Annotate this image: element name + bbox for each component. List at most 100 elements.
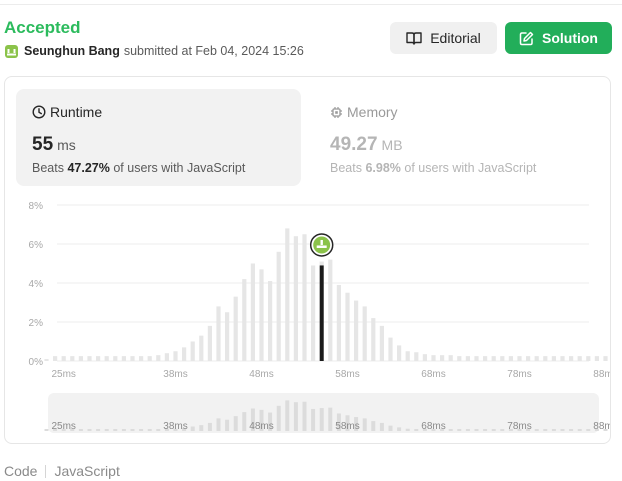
navigator-bar <box>457 429 462 431</box>
runtime-tab[interactable]: Runtime 55 ms Beats 47.27% of users with… <box>16 89 301 186</box>
navigator-bar <box>483 429 488 431</box>
histogram-bar <box>328 259 333 361</box>
submitter-line: Seunghun Bang submitted at Feb 04, 2024 … <box>4 43 304 59</box>
histogram-bar <box>345 292 350 361</box>
histogram-bar <box>78 356 83 361</box>
histogram-bar <box>594 356 599 361</box>
y-tick-label: 2% <box>29 318 44 329</box>
histogram-bar <box>130 356 135 361</box>
histogram-bar <box>379 325 384 361</box>
histogram-bar <box>414 352 419 361</box>
histogram-bar <box>302 234 307 361</box>
histogram-bar <box>526 356 531 361</box>
navigator-tick-label: 68ms <box>421 421 445 432</box>
histogram-bar <box>362 306 367 361</box>
navigator-bar <box>388 425 393 431</box>
navigator-bar <box>405 428 410 431</box>
navigator-bar <box>474 429 479 431</box>
histogram-bar <box>199 335 204 361</box>
navigator-bar <box>104 429 109 431</box>
navigator-bar <box>586 429 591 431</box>
histogram-bar <box>517 356 522 361</box>
histogram-bar <box>293 236 298 361</box>
your-runtime-bar <box>319 265 324 361</box>
histogram-bar <box>225 312 230 361</box>
histogram-bar <box>164 353 169 361</box>
navigator-bar <box>44 429 49 431</box>
navigator-tick-label: 58ms <box>335 421 359 432</box>
histogram-bar <box>422 354 427 361</box>
clock-icon <box>32 105 46 119</box>
solution-label: Solution <box>542 30 598 46</box>
navigator-bar <box>190 426 195 431</box>
x-tick-label: 78ms <box>507 369 531 380</box>
histogram-bar <box>139 356 144 361</box>
histogram-bar <box>483 356 488 361</box>
histogram-bar <box>440 355 445 361</box>
histogram-bar <box>96 356 101 361</box>
navigator-bar <box>147 429 152 431</box>
memory-tab[interactable]: Memory 49.27 MB Beats 6.98% of users wit… <box>314 89 599 186</box>
runtime-distribution-chart[interactable]: 0% 2% 4% 6% 8% 25ms 38ms 48ms 58ms 68ms 78ms 88ms 25… <box>5 197 610 437</box>
navigator-bar <box>371 421 376 431</box>
navigator-bar <box>156 429 161 431</box>
memory-label: Memory <box>347 104 398 120</box>
performance-card: Runtime 55 ms Beats 47.27% of users with… <box>4 76 611 444</box>
avatar-icon[interactable] <box>4 44 19 59</box>
histogram-bar <box>311 265 316 361</box>
runtime-label: Runtime <box>50 104 103 120</box>
histogram-bar <box>233 296 238 361</box>
y-tick-label: 6% <box>29 240 44 251</box>
navigator-bar <box>311 408 316 431</box>
histogram-bar <box>560 356 565 361</box>
histogram-bar <box>276 251 281 361</box>
avatar-icon-detail <box>320 239 323 245</box>
histogram-bar <box>242 279 247 361</box>
navigator-tick-label: 88ms <box>593 421 610 432</box>
histogram-bar <box>371 318 376 361</box>
y-tick-label: 4% <box>29 279 44 290</box>
x-tick-label: 48ms <box>249 369 273 380</box>
histogram-bar <box>87 356 92 361</box>
x-tick-label: 38ms <box>163 369 187 380</box>
navigator-bar <box>500 429 505 431</box>
histogram-bar <box>121 356 126 361</box>
username-link[interactable]: Seunghun Bang <box>24 44 120 58</box>
histogram-bar <box>61 356 66 361</box>
histogram-bar <box>207 325 212 361</box>
solution-button[interactable]: Solution <box>505 22 612 54</box>
code-label: Code <box>4 463 38 479</box>
histogram-bar <box>431 355 436 361</box>
histogram-bar <box>259 269 264 361</box>
histogram-bar <box>113 356 118 361</box>
navigator-bar <box>379 422 384 431</box>
edit-icon <box>519 31 534 45</box>
x-tick-label: 68ms <box>421 369 445 380</box>
submission-status: Accepted <box>4 18 81 37</box>
navigator-bar <box>130 429 135 431</box>
navigator-bar <box>216 418 221 431</box>
memory-beats: Beats 6.98% of users with JavaScript <box>330 161 537 175</box>
top-divider <box>0 4 622 5</box>
navigator-bar <box>233 416 238 431</box>
navigator-bar <box>491 429 496 431</box>
code-separator <box>45 464 47 478</box>
avatar-icon-detail <box>316 245 327 248</box>
navigator-bar <box>362 418 367 431</box>
navigator-bar <box>242 412 247 431</box>
navigator-bar <box>448 429 453 431</box>
navigator-bar <box>319 408 324 431</box>
runtime-beats: Beats 47.27% of users with JavaScript <box>32 161 246 175</box>
navigator-tick-label: 48ms <box>249 421 273 432</box>
histogram-bar <box>474 356 479 361</box>
histogram-bar <box>104 356 109 361</box>
navigator-bar <box>78 429 83 431</box>
navigator-bar <box>199 425 204 431</box>
runtime-value: 55 <box>32 134 54 155</box>
submitted-time: submitted at Feb 04, 2024 15:26 <box>123 44 304 58</box>
editorial-button[interactable]: Editorial <box>390 22 497 54</box>
histogram-bar <box>405 351 410 361</box>
memory-beats-percent: 6.98% <box>365 161 401 175</box>
histogram-bar <box>388 337 393 361</box>
language-label[interactable]: JavaScript <box>54 463 119 479</box>
